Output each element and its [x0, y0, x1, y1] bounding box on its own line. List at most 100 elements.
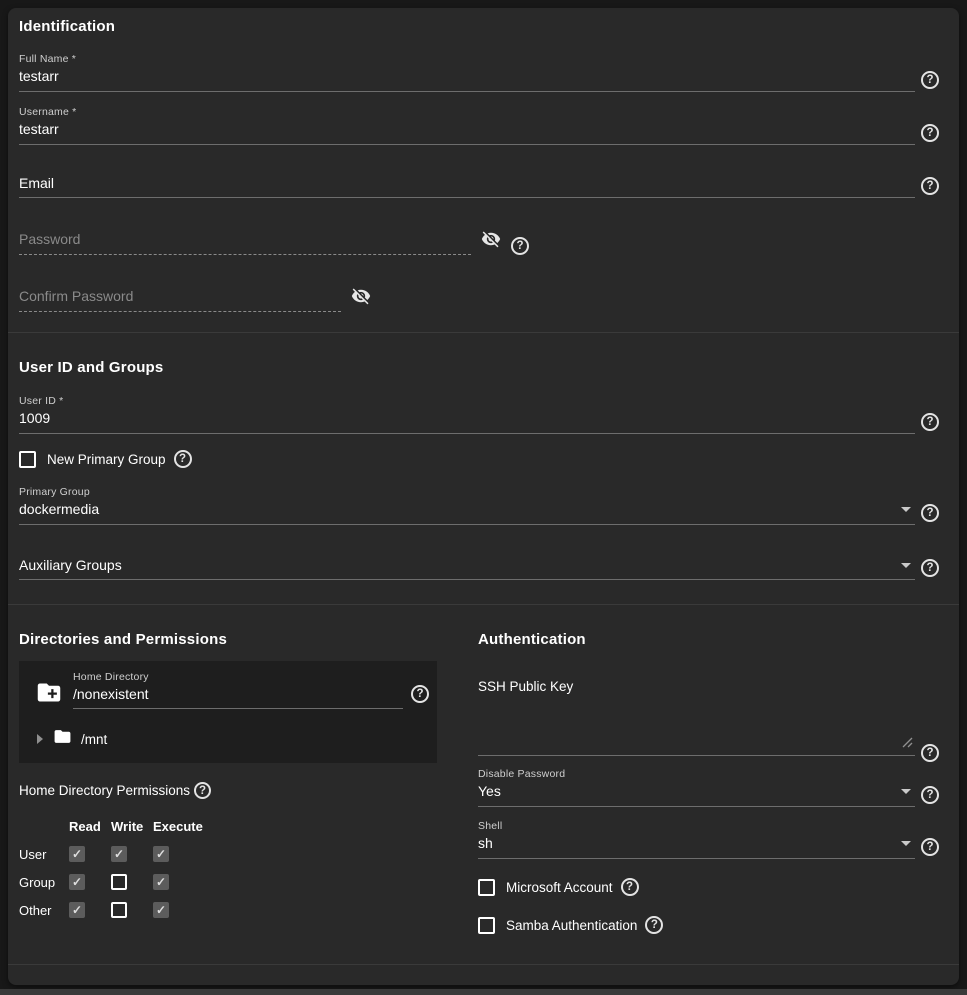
new-primary-group-checkbox[interactable]	[19, 451, 36, 468]
help-icon[interactable]: ?	[194, 782, 211, 799]
home-directory-input[interactable]: Home Directory /nonexistent	[73, 671, 403, 709]
username-field-row: Username * testarr ?	[19, 106, 939, 145]
user-execute-checkbox[interactable]	[153, 846, 169, 862]
permissions-row-group: Group	[19, 875, 69, 890]
help-icon[interactable]: ?	[921, 786, 939, 804]
user-read-checkbox[interactable]	[69, 846, 85, 862]
auxiliary-groups-field-row: Auxiliary Groups ?	[19, 557, 939, 580]
permissions-title-row: Home Directory Permissions ?	[19, 782, 437, 799]
section-directories-authentication: Directories and Permissions Home Directo…	[8, 605, 959, 964]
help-icon[interactable]: ?	[921, 124, 939, 142]
other-execute-checkbox[interactable]	[153, 902, 169, 918]
ssh-public-key-textarea[interactable]	[478, 694, 915, 756]
password-input[interactable]: Password	[19, 231, 471, 255]
full-name-value: testarr	[19, 68, 59, 85]
help-icon[interactable]: ?	[174, 450, 192, 468]
permissions-col-read: Read	[69, 819, 111, 834]
page-bottom-strip	[0, 989, 967, 995]
permissions-row-user: User	[19, 847, 69, 862]
primary-group-field-row: Primary Group dockermedia ?	[19, 486, 939, 525]
chevron-down-icon[interactable]	[901, 789, 911, 794]
help-icon[interactable]: ?	[921, 413, 939, 431]
help-icon[interactable]: ?	[621, 878, 639, 896]
permissions-table: Read Write Execute User Group Other	[19, 819, 437, 918]
new-primary-group-label: New Primary Group	[47, 452, 166, 467]
group-execute-checkbox[interactable]	[153, 874, 169, 890]
username-label: Username *	[19, 106, 915, 118]
section-user-id-groups: User ID and Groups User ID * 1009 ? New …	[8, 333, 959, 604]
help-icon[interactable]: ?	[921, 504, 939, 522]
user-id-label: User ID *	[19, 395, 915, 407]
shell-label: Shell	[478, 820, 915, 832]
disable-password-value: Yes	[478, 783, 501, 800]
home-directory-value: /nonexistent	[73, 686, 149, 703]
section-identification: Identification Full Name * testarr ? Use…	[8, 8, 959, 332]
primary-group-value: dockermedia	[19, 501, 99, 518]
disable-password-label: Disable Password	[478, 768, 915, 780]
shell-field-row: Shell sh ?	[478, 820, 939, 859]
resize-handle-icon[interactable]	[899, 734, 913, 753]
other-read-checkbox[interactable]	[69, 902, 85, 918]
primary-group-label: Primary Group	[19, 486, 915, 498]
help-icon[interactable]: ?	[921, 177, 939, 195]
identification-title: Identification	[19, 18, 939, 35]
permissions-col-write: Write	[111, 819, 153, 834]
directories-title: Directories and Permissions	[19, 631, 437, 648]
folder-icon	[51, 727, 74, 751]
chevron-down-icon[interactable]	[901, 563, 911, 568]
user-edit-page: Identification Full Name * testarr ? Use…	[0, 0, 967, 995]
samba-authentication-row: Samba Authentication ?	[478, 916, 939, 934]
user-id-value: 1009	[19, 410, 50, 427]
tree-node-mnt[interactable]: /mnt	[33, 727, 429, 751]
username-input[interactable]: Username * testarr	[19, 106, 915, 145]
user-id-input[interactable]: User ID * 1009	[19, 395, 915, 434]
home-directory-label: Home Directory	[73, 671, 403, 683]
microsoft-account-checkbox[interactable]	[478, 879, 495, 896]
password-label: Password	[19, 231, 80, 247]
full-name-input[interactable]: Full Name * testarr	[19, 53, 915, 92]
authentication-column: Authentication SSH Public Key ?	[478, 631, 939, 934]
group-read-checkbox[interactable]	[69, 874, 85, 890]
confirm-password-input[interactable]: Confirm Password	[19, 288, 341, 312]
chevron-down-icon[interactable]	[901, 841, 911, 846]
help-icon[interactable]: ?	[921, 559, 939, 577]
auxiliary-groups-select[interactable]: Auxiliary Groups	[19, 557, 915, 580]
full-name-field-row: Full Name * testarr ?	[19, 53, 939, 92]
confirm-password-label: Confirm Password	[19, 288, 133, 304]
tree-node-label: /mnt	[81, 732, 107, 747]
samba-authentication-label: Samba Authentication	[506, 918, 637, 933]
new-primary-group-row: New Primary Group ?	[19, 450, 939, 468]
email-field-row: Email ?	[19, 175, 939, 198]
permissions-col-execute: Execute	[153, 819, 213, 834]
group-write-checkbox[interactable]	[111, 874, 127, 890]
confirm-password-field-row: Confirm Password	[19, 286, 939, 312]
help-icon[interactable]: ?	[921, 744, 939, 762]
user-write-checkbox[interactable]	[111, 846, 127, 862]
help-icon[interactable]: ?	[921, 838, 939, 856]
help-icon[interactable]: ?	[921, 71, 939, 89]
permissions-row-other: Other	[19, 903, 69, 918]
ssh-public-key-label: SSH Public Key	[478, 679, 939, 694]
chevron-down-icon[interactable]	[901, 507, 911, 512]
permissions-title: Home Directory Permissions	[19, 783, 190, 798]
user-id-field-row: User ID * 1009 ?	[19, 395, 939, 434]
other-write-checkbox[interactable]	[111, 902, 127, 918]
visibility-off-icon[interactable]	[351, 286, 371, 311]
tree-expand-icon[interactable]	[37, 734, 43, 744]
disable-password-field-row: Disable Password Yes ?	[478, 768, 939, 807]
disable-password-select[interactable]: Disable Password Yes	[478, 768, 915, 807]
microsoft-account-row: Microsoft Account ?	[478, 878, 939, 896]
form-actions: SUBMIT CANCEL DOWNLOAD SSH PUBLIC KEY	[8, 965, 959, 985]
email-label: Email	[19, 175, 54, 192]
microsoft-account-label: Microsoft Account	[506, 880, 613, 895]
primary-group-select[interactable]: Primary Group dockermedia	[19, 486, 915, 525]
help-icon[interactable]: ?	[645, 916, 663, 934]
samba-authentication-checkbox[interactable]	[478, 917, 495, 934]
email-input[interactable]: Email	[19, 175, 915, 198]
user-id-groups-title: User ID and Groups	[19, 359, 939, 376]
help-icon[interactable]: ?	[511, 237, 529, 255]
create-new-folder-icon[interactable]	[33, 679, 65, 711]
help-icon[interactable]: ?	[411, 685, 429, 703]
visibility-off-icon[interactable]	[481, 229, 501, 254]
shell-select[interactable]: Shell sh	[478, 820, 915, 859]
